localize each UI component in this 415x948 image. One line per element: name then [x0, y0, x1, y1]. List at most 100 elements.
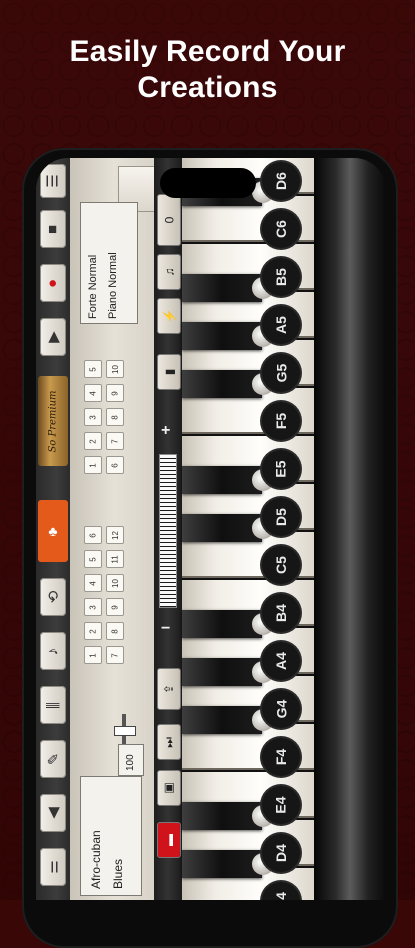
music-sheet-button[interactable]: ♫	[157, 254, 181, 290]
note-label-f5: F5	[262, 402, 300, 440]
speaker-icon: ◀	[44, 807, 62, 819]
grid-cell[interactable]: 4	[84, 384, 102, 402]
music-sheet-icon: ♫	[162, 267, 176, 277]
menu-lines-icon: ☰	[44, 174, 62, 188]
black-key[interactable]	[182, 610, 274, 638]
upload-button[interactable]: ⇪	[157, 668, 181, 710]
grid-cell[interactable]: 9	[106, 384, 124, 402]
sound-selector-line-1: Forte Normal	[87, 254, 99, 319]
equalizer-button[interactable]: ⫼	[40, 686, 66, 724]
volume-field[interactable]: 0	[157, 194, 181, 246]
note-label-a5: A5	[262, 306, 300, 344]
grid-cell[interactable]: 2	[84, 432, 102, 450]
zoom-in-button[interactable]: +	[161, 422, 170, 440]
record-icon: ●	[44, 278, 62, 288]
note-label-c6: C6	[262, 210, 300, 248]
headline-line-1: Easily Record Your	[69, 35, 346, 68]
grid-cell[interactable]: 7	[106, 646, 124, 664]
keyboard-overview[interactable]	[159, 454, 177, 608]
grid-cell[interactable]: 11	[106, 550, 124, 568]
black-key[interactable]	[182, 370, 274, 398]
note-label-d4: D4	[262, 834, 300, 872]
skip-icon: ⏭	[161, 736, 176, 748]
note-label-d5: D5	[262, 498, 300, 536]
style-selector-line-1: Afro-cuban	[89, 830, 103, 889]
play-button[interactable]: ▶	[40, 318, 66, 356]
grid-cell[interactable]: 8	[106, 408, 124, 426]
record-indicator-button[interactable]: ▬	[157, 822, 181, 858]
lightning-icon: ⚡	[161, 308, 176, 324]
black-key[interactable]	[182, 850, 274, 878]
note-label-g5: G5	[262, 354, 300, 392]
note-label-d6: D6	[262, 162, 300, 200]
levels-icon: ▮	[161, 368, 176, 376]
note-button[interactable]: ♪	[40, 632, 66, 670]
loop-button[interactable]: ⟲	[40, 578, 66, 616]
style-selector-line-2: Blues	[111, 858, 125, 889]
mixer-button[interactable]: ⚌	[40, 848, 66, 886]
black-key[interactable]	[182, 274, 274, 302]
registration-grid-top: 5 10 4 9 3 8 2 7 1 6	[80, 358, 130, 478]
grid-cell[interactable]: 2	[84, 622, 102, 640]
grid-cell[interactable]: 5	[84, 360, 102, 378]
note-label-c5: C5	[262, 546, 300, 584]
grid-cell[interactable]: 3	[84, 408, 102, 426]
grid-cell[interactable]: 10	[106, 360, 124, 378]
style-selector[interactable]: Afro-cuban Blues	[80, 776, 142, 896]
headline-line-2: Creations	[137, 71, 278, 104]
music-note-icon: ♪	[44, 647, 62, 655]
note-label-e5: E5	[262, 450, 300, 488]
sidebar: ☰ ■ ● ▶ So Premium ♣ ⟲ ♪ ⫼ ✎ ◀ ⚌	[36, 158, 70, 900]
app-logo-tile: So Premium	[38, 376, 68, 466]
registration-grid-bottom: 6 12 5 11 4 10 3 9 2 8 1 7	[80, 524, 130, 674]
record-indicator-icon: ▬	[162, 834, 176, 846]
note-label-b4: B4	[262, 594, 300, 632]
grid-cell[interactable]: 7	[106, 432, 124, 450]
tempo-value: 100	[125, 754, 136, 771]
note-label-b5: B5	[262, 258, 300, 296]
menu-button[interactable]: ☰	[40, 164, 66, 198]
note-label-e4: E4	[262, 786, 300, 824]
skip-button[interactable]: ⏭	[157, 724, 181, 760]
tempo-field[interactable]: 100	[118, 744, 144, 776]
equalizer-icon: ⫼	[44, 701, 62, 709]
stop-button[interactable]: ■	[40, 210, 66, 248]
sliders-icon: ⚌	[44, 860, 62, 874]
black-key[interactable]	[182, 802, 274, 830]
grid-cell[interactable]: 3	[84, 598, 102, 616]
record-button[interactable]: ●	[40, 264, 66, 302]
grid-cell[interactable]: 1	[84, 456, 102, 474]
levels-button[interactable]: ▮	[157, 354, 181, 390]
app-logo-text: So Premium	[47, 389, 59, 453]
keyboard-metal-rail	[314, 158, 386, 900]
zoom-out-button[interactable]: −	[161, 620, 170, 638]
black-key[interactable]	[182, 322, 274, 350]
black-key[interactable]	[182, 514, 274, 542]
mini-keyboard-column: 0 ♫ ⚡ ▮ + − ⇪ ⏭ ▣ ▬	[154, 158, 182, 900]
screen-button[interactable]: ▣	[157, 770, 181, 806]
accompaniment-button[interactable]: ♣	[38, 500, 68, 562]
grid-cell[interactable]: 10	[106, 574, 124, 592]
brush-button[interactable]: ✎	[40, 740, 66, 778]
screen-icon: ▣	[162, 782, 176, 794]
lightning-button[interactable]: ⚡	[157, 298, 181, 334]
grid-cell[interactable]: 1	[84, 646, 102, 664]
note-label-f4: F4	[262, 738, 300, 776]
black-key[interactable]	[182, 466, 274, 494]
sound-selector-line-2: Piano Normal	[107, 252, 119, 319]
sound-button[interactable]: ◀	[40, 794, 66, 832]
grid-cell[interactable]: 8	[106, 622, 124, 640]
grid-cell[interactable]: 6	[84, 526, 102, 544]
loop-icon: ⟲	[44, 590, 62, 604]
black-key[interactable]	[182, 658, 274, 686]
grid-cell[interactable]: 6	[106, 456, 124, 474]
headline: Easily Record Your Creations	[0, 34, 415, 106]
grid-cell[interactable]: 5	[84, 550, 102, 568]
grid-cell[interactable]: 9	[106, 598, 124, 616]
grid-cell[interactable]: 12	[106, 526, 124, 544]
sound-selector[interactable]: Forte Normal Piano Normal	[80, 202, 138, 324]
note-label-g4: G4	[262, 690, 300, 728]
brush-icon: ✎	[44, 752, 62, 766]
black-key[interactable]	[182, 706, 274, 734]
grid-cell[interactable]: 4	[84, 574, 102, 592]
